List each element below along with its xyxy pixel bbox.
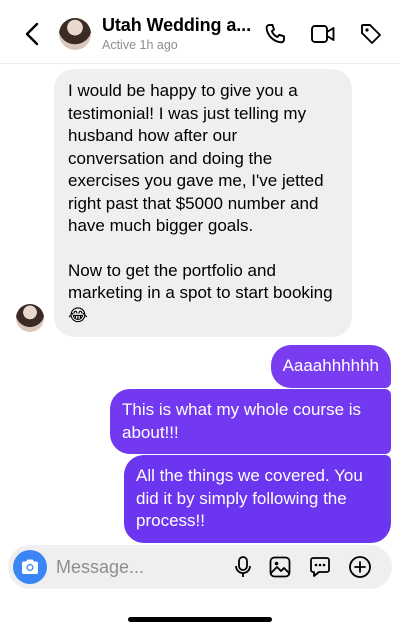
tag-icon[interactable] (358, 21, 384, 47)
microphone-icon[interactable] (230, 554, 256, 580)
sender-avatar[interactable] (16, 304, 44, 332)
plus-icon[interactable] (347, 554, 373, 580)
outgoing-message-bubble[interactable]: This is what my whole course is about!!! (110, 389, 391, 454)
phone-icon[interactable] (262, 21, 288, 47)
contact-name: Utah Wedding a... (102, 15, 251, 35)
outgoing-message-bubble[interactable]: Aaaahhhhhh (270, 345, 391, 388)
avatar[interactable] (59, 18, 91, 50)
active-status: Active 1h ago (102, 38, 178, 52)
home-indicator (128, 617, 272, 622)
message-text: Now to get the portfolio and marketing i… (68, 260, 333, 325)
contact-info[interactable]: Utah Wedding a... Active 1h ago (102, 15, 262, 52)
incoming-message-bubble[interactable]: I would be happy to give you a testimoni… (54, 69, 352, 337)
message-input[interactable] (56, 553, 226, 581)
gallery-icon[interactable] (267, 554, 293, 580)
message-text: All the things we covered. You did it by… (136, 466, 363, 530)
message-composer (8, 545, 392, 589)
outgoing-message-bubble[interactable]: All the things we covered. You did it by… (124, 455, 391, 543)
camera-icon[interactable] (13, 550, 47, 584)
message-text: Aaaahhhhhh (282, 356, 379, 375)
video-camera-icon[interactable] (310, 21, 336, 47)
back-chevron-icon[interactable] (20, 20, 44, 48)
message-text: I would be happy to give you a testimoni… (68, 81, 324, 235)
chat-header: Utah Wedding a... Active 1h ago (0, 0, 400, 64)
message-text: This is what my whole course is about!!! (122, 400, 362, 442)
sticker-icon[interactable] (307, 554, 333, 580)
